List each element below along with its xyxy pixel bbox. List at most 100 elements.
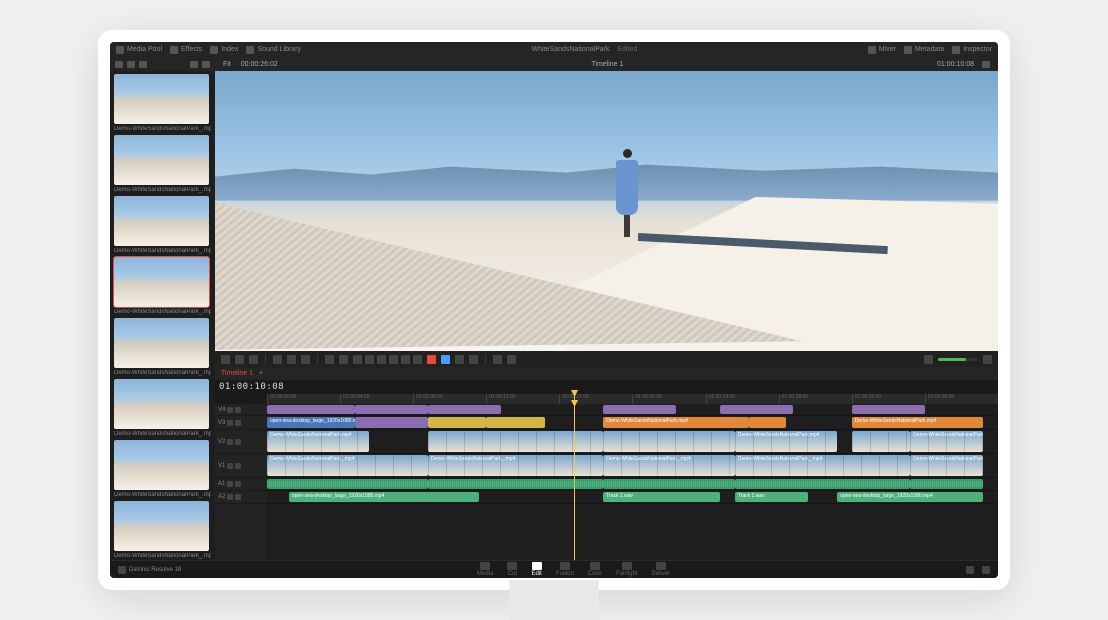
next-icon[interactable] bbox=[401, 355, 410, 364]
inspector-toggle[interactable]: Inspector bbox=[952, 46, 992, 54]
track-head-v3[interactable]: V3 bbox=[215, 416, 267, 430]
timeline-clip[interactable]: open-sea-desktop_large_1920x1080.mp4 bbox=[289, 492, 479, 502]
timeline-clip[interactable]: Demo-WhiteSandsNationalPark.mp4 bbox=[603, 417, 749, 428]
timeline-clip[interactable]: Demo-WhiteSandsNationalPark_.mp4 bbox=[267, 455, 428, 476]
timeline-ruler[interactable]: 01:00:00:0001:00:04:0001:00:08:0001:00:1… bbox=[267, 394, 998, 404]
timeline-clip[interactable] bbox=[603, 431, 735, 452]
media-clip-thumb[interactable] bbox=[114, 379, 209, 429]
track-lane-v3[interactable]: open-sea-desktop_large_1920x1080.mp4 Demo… bbox=[267, 416, 998, 430]
link-clips-icon[interactable] bbox=[455, 355, 464, 364]
timeline-viewer[interactable] bbox=[215, 71, 998, 351]
page-media[interactable]: Media bbox=[477, 562, 493, 577]
media-clip-thumb[interactable] bbox=[114, 196, 209, 246]
media-pool-toggle[interactable]: Media Pool bbox=[116, 46, 162, 54]
folder-icon[interactable] bbox=[115, 61, 123, 68]
dynamic-zoom-icon[interactable] bbox=[493, 355, 502, 364]
timeline-clip[interactable] bbox=[355, 405, 428, 414]
timeline-clip[interactable] bbox=[267, 405, 355, 414]
timeline-clip[interactable] bbox=[720, 405, 793, 414]
metadata-toggle[interactable]: Metadata bbox=[904, 46, 944, 54]
marker-flag-icon[interactable] bbox=[427, 355, 436, 364]
track-lane-v2[interactable]: Demo-WhiteSandsNationalPark.mp4 Demo-Whit… bbox=[267, 430, 998, 454]
timeline-clip[interactable]: open-sea-desktop_large_1920x1080.mp4 bbox=[267, 417, 355, 428]
timeline-clip[interactable]: Demo-WhiteSandsNationalPark_.mp4 bbox=[428, 455, 603, 476]
replace-icon[interactable] bbox=[301, 355, 310, 364]
track-head-v2[interactable]: V2 bbox=[215, 430, 267, 454]
page-cut[interactable]: Cut bbox=[507, 562, 517, 577]
sound-library-toggle[interactable]: Sound Library bbox=[246, 46, 301, 54]
add-timeline-icon[interactable]: + bbox=[259, 370, 263, 377]
search-icon[interactable] bbox=[190, 61, 198, 68]
timeline-clip[interactable]: Demo-WhiteSandsNationalPark_.mp4 bbox=[603, 455, 735, 476]
track-head-a2[interactable]: A2 bbox=[215, 491, 267, 504]
loop-icon[interactable] bbox=[413, 355, 422, 364]
stop-icon[interactable] bbox=[377, 355, 386, 364]
page-fusion[interactable]: Fusion bbox=[556, 562, 574, 577]
timeline-clip[interactable]: Track 1.wav bbox=[603, 492, 720, 502]
timeline-clip[interactable] bbox=[355, 417, 428, 428]
timeline-clip[interactable] bbox=[267, 479, 428, 489]
timeline-options-icon[interactable] bbox=[983, 355, 992, 364]
timeline-clip[interactable] bbox=[428, 431, 603, 452]
media-clip-thumb[interactable] bbox=[114, 318, 209, 368]
timeline-clip[interactable]: Demo-WhiteSandsNationalPark_.mp4 bbox=[735, 455, 910, 476]
timeline-clip[interactable] bbox=[910, 479, 983, 489]
timeline-clip[interactable] bbox=[428, 479, 603, 489]
overwrite-icon[interactable] bbox=[287, 355, 296, 364]
timeline-name-dropdown[interactable]: Timeline 1 bbox=[591, 61, 623, 68]
selection-tool-icon[interactable] bbox=[221, 355, 230, 364]
play-icon[interactable] bbox=[389, 355, 398, 364]
timeline-clip[interactable] bbox=[852, 405, 925, 414]
index-toggle[interactable]: Index bbox=[210, 46, 238, 54]
prev-icon[interactable] bbox=[353, 355, 362, 364]
timeline-clip[interactable]: Demo-WhiteSandsNationalPark_.mp4 bbox=[910, 455, 983, 476]
track-lane-v4[interactable] bbox=[267, 404, 998, 416]
timeline-clip[interactable]: Track 1.wav bbox=[735, 492, 808, 502]
timeline-clip[interactable] bbox=[428, 405, 501, 414]
timeline-clip[interactable] bbox=[749, 417, 786, 428]
timeline-timecode[interactable]: 01:00:10:08 bbox=[219, 382, 284, 392]
marker-icon[interactable] bbox=[441, 355, 450, 364]
retime-icon[interactable] bbox=[507, 355, 516, 364]
timeline-clip[interactable] bbox=[852, 431, 910, 452]
track-lane-a1[interactable] bbox=[267, 478, 998, 491]
timeline-tab[interactable]: Timeline 1 bbox=[221, 370, 253, 377]
timeline-clip[interactable] bbox=[735, 479, 910, 489]
viewer-options-icon[interactable] bbox=[982, 61, 990, 68]
timeline-clip[interactable] bbox=[603, 479, 735, 489]
link-icon[interactable] bbox=[339, 355, 348, 364]
trim-tool-icon[interactable] bbox=[235, 355, 244, 364]
track-head-a1[interactable]: A1 bbox=[215, 478, 267, 491]
project-settings-icon[interactable] bbox=[982, 566, 990, 574]
timeline-clip[interactable]: Demo-WhiteSandsNationalPark.mp4 bbox=[910, 431, 983, 452]
track-lane-a2[interactable]: open-sea-desktop_large_1920x1080.mp4 Trac… bbox=[267, 491, 998, 504]
page-fairlight[interactable]: Fairlight bbox=[616, 562, 637, 577]
media-clip-thumb[interactable] bbox=[114, 135, 209, 185]
blade-tool-icon[interactable] bbox=[249, 355, 258, 364]
effects-toggle[interactable]: Effects bbox=[170, 46, 202, 54]
timeline-clip[interactable] bbox=[428, 417, 486, 428]
track-head-v4[interactable]: V4 bbox=[215, 404, 267, 416]
viewer-zoom[interactable]: Fit bbox=[223, 61, 231, 68]
reverse-icon[interactable] bbox=[365, 355, 374, 364]
options-icon[interactable] bbox=[202, 61, 210, 68]
media-clip-thumb[interactable] bbox=[114, 257, 209, 307]
timeline-clip[interactable]: Demo-WhiteSandsNationalPark.mp4 bbox=[852, 417, 984, 428]
timeline-clip[interactable] bbox=[603, 405, 676, 414]
home-icon[interactable] bbox=[966, 566, 974, 574]
media-clip-thumb[interactable] bbox=[114, 501, 209, 551]
insert-icon[interactable] bbox=[273, 355, 282, 364]
position-lock-icon[interactable] bbox=[469, 355, 478, 364]
media-clip-thumb[interactable] bbox=[114, 74, 209, 124]
track-lane-v1[interactable]: Demo-WhiteSandsNationalPark_.mp4Demo-Whi… bbox=[267, 454, 998, 478]
timeline-clip[interactable]: Demo-WhiteSandsNationalPark.mp4 bbox=[267, 431, 369, 452]
page-edit[interactable]: Edit bbox=[531, 562, 541, 577]
snap-icon[interactable] bbox=[325, 355, 334, 364]
mixer-toggle[interactable]: Mixer bbox=[868, 46, 896, 54]
thumb-view-icon[interactable] bbox=[139, 61, 147, 68]
timeline-clip[interactable]: open-sea-desktop_large_1920x1080.mp4 bbox=[837, 492, 983, 502]
volume-slider[interactable] bbox=[938, 358, 978, 361]
timeline-clip[interactable] bbox=[486, 417, 544, 428]
media-clip-thumb[interactable] bbox=[114, 440, 209, 490]
list-view-icon[interactable] bbox=[127, 61, 135, 68]
